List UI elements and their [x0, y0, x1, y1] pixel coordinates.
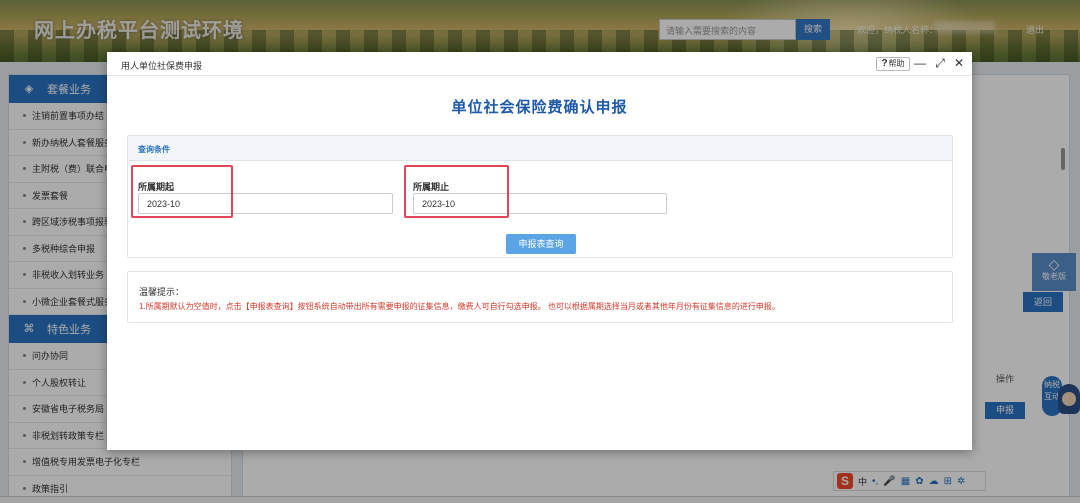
dialog-titlebar: 用人单位社保费申报 ?帮助 — ⤢ ✕	[107, 52, 972, 76]
help-icon: ?	[881, 58, 888, 69]
maximize-icon[interactable]: ⤢	[933, 56, 947, 70]
dialog-title: 用人单位社保费申报	[121, 61, 203, 71]
help-button[interactable]: ?帮助	[876, 57, 910, 71]
close-icon[interactable]: ✕	[952, 56, 966, 70]
highlight-box-start	[131, 165, 233, 218]
help-label: 帮助	[888, 59, 905, 68]
query-conditions-panel: 查询条件 所属期起 2023-10 所属期止 2023-10 申报表查询	[127, 135, 953, 258]
query-declaration-button[interactable]: 申报表查询	[506, 234, 576, 254]
declaration-dialog: 用人单位社保费申报 ?帮助 — ⤢ ✕ 单位社会保险费确认申报 查询条件 所属期…	[107, 52, 972, 450]
minimize-icon[interactable]: —	[913, 56, 927, 70]
highlight-box-end	[404, 165, 509, 218]
query-section-title: 查询条件	[128, 136, 952, 161]
tips-panel: 温馨提示： 1.所属期默认为空值时，点击【申报表查询】按钮系统自动带出所有需要申…	[127, 271, 953, 323]
dialog-heading: 单位社会保险费确认申报	[451, 99, 628, 116]
tips-title: 温馨提示：	[139, 287, 185, 297]
tips-text: 1.所属期默认为空值时，点击【申报表查询】按钮系统自动带出所有需要申报的征集信息…	[139, 302, 780, 311]
